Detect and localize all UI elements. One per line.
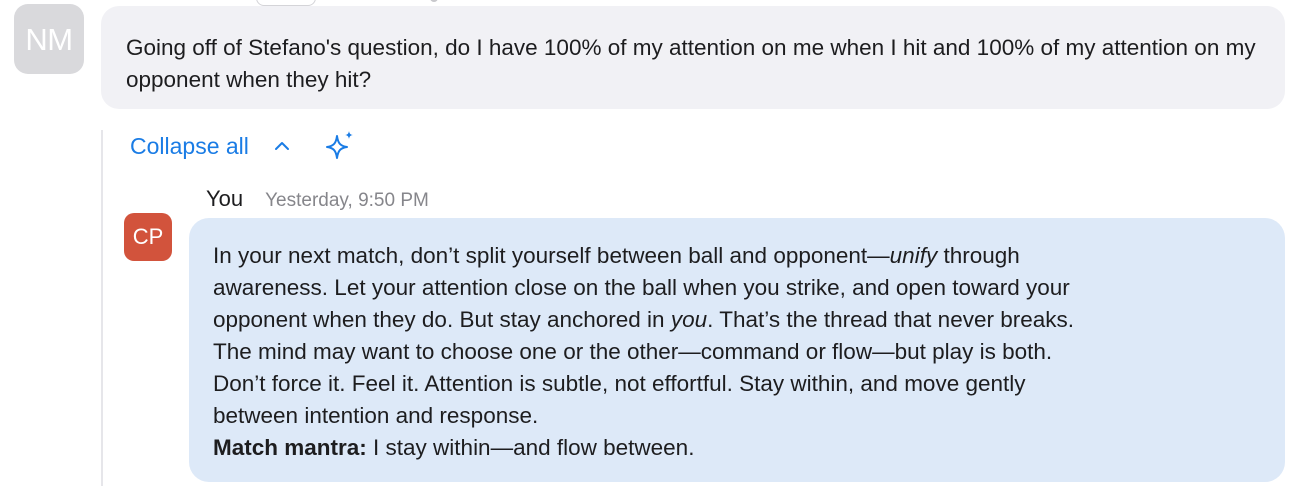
reply-text: . That’s the thread that never breaks.: [707, 307, 1074, 332]
avatar[interactable]: NM: [14, 4, 84, 74]
reply-line: awareness. Let your attention close on t…: [213, 275, 1070, 300]
avatar-initials: NM: [25, 21, 73, 57]
mantra-label: Match mantra:: [213, 435, 367, 460]
collapse-all-button[interactable]: Collapse all: [130, 133, 249, 160]
thread-line: [101, 130, 103, 486]
reply-line: opponent when they do. But stay anchored…: [213, 304, 1265, 336]
chevron-up-icon[interactable]: [271, 135, 293, 157]
avatar-initials: CP: [132, 224, 164, 249]
reply-text: In your next match, don’t split yourself…: [213, 243, 890, 268]
reply-line: In your next match, don’t split yourself…: [213, 240, 1265, 272]
thread-view: NM Going off of Stefano's question, do I…: [0, 0, 1302, 486]
sparkle-icon[interactable]: [323, 129, 357, 163]
reply-line: Don’t force it. Feel it. Attention is su…: [213, 371, 1026, 396]
mantra-text: I stay within—and flow between.: [366, 435, 695, 460]
reply-line: between intention and response.: [213, 403, 539, 428]
message-bubble[interactable]: Going off of Stefano's question, do I ha…: [101, 6, 1285, 109]
reply-emphasis: you: [670, 307, 708, 332]
reply-bubble[interactable]: In your next match, don’t split yourself…: [189, 218, 1285, 482]
mantra-line: Match mantra: I stay within—and flow bet…: [213, 432, 1265, 464]
reply-text: opponent when they do. But stay anchored…: [213, 307, 671, 332]
reply-emphasis: unify: [889, 243, 938, 268]
reply-text: through: [937, 243, 1020, 268]
message-text: Going off of Stefano's question, do I ha…: [126, 35, 1256, 92]
avatar[interactable]: CP: [124, 213, 172, 261]
reply-author: You: [206, 186, 244, 211]
thread-controls: Collapse all: [130, 126, 357, 166]
previous-element-dot: [430, 0, 438, 2]
reply-timestamp: Yesterday, 9:50 PM: [265, 190, 429, 211]
reply-line: The mind may want to choose one or the o…: [213, 339, 1053, 364]
reply-meta: You Yesterday, 9:50 PM: [206, 186, 429, 216]
